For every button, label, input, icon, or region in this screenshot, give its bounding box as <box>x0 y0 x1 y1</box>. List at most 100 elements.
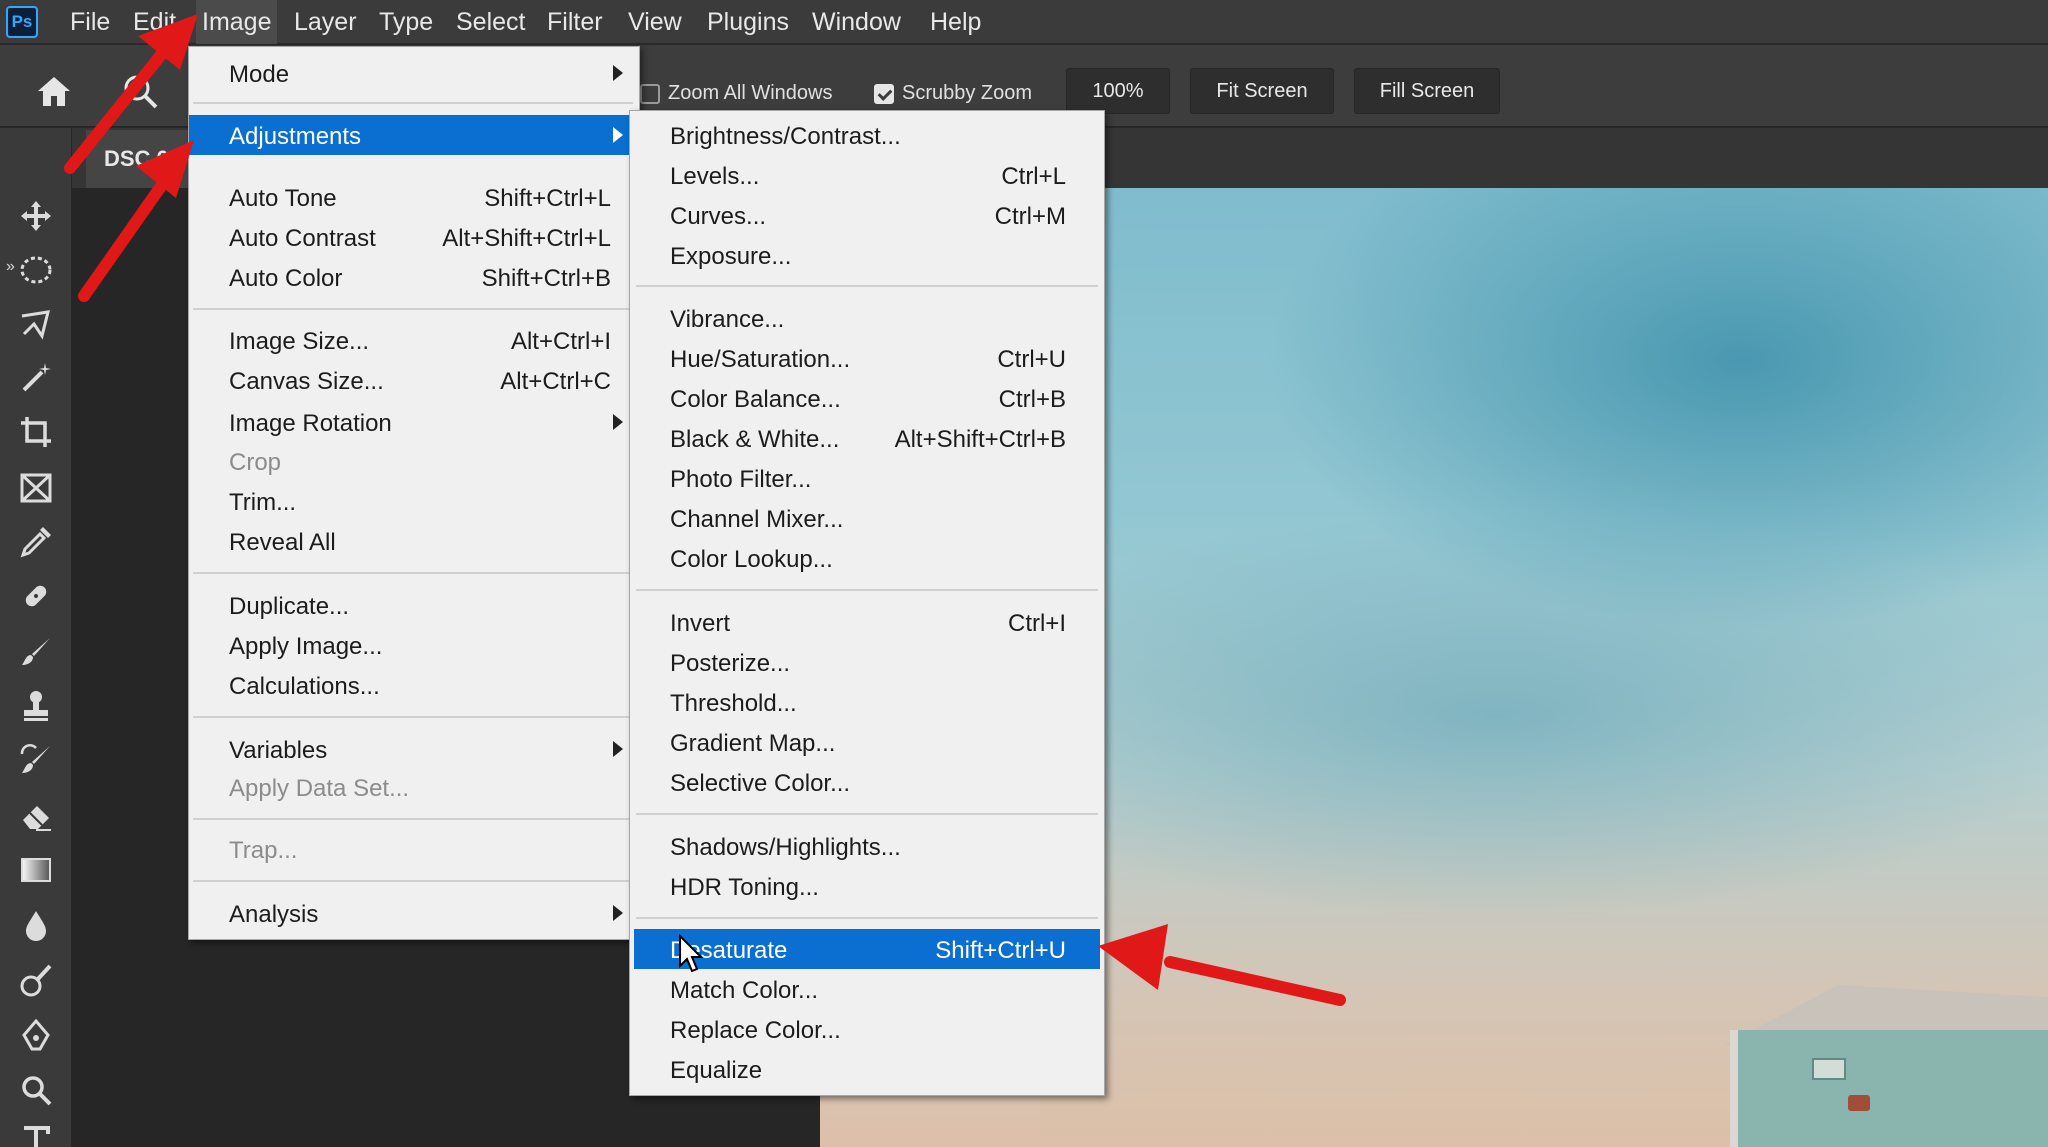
menu-item-reveal-all[interactable]: Reveal All <box>189 521 639 561</box>
menu-item-vibrance[interactable]: Vibrance... <box>630 298 1104 338</box>
menu-item-equalize[interactable]: Equalize <box>630 1049 1104 1089</box>
menu-item-variables[interactable]: Variables <box>189 729 639 769</box>
menu-separator <box>636 589 1098 591</box>
menu-item-label: Equalize <box>670 1057 763 1084</box>
menu-type[interactable]: Type <box>377 0 435 44</box>
zoom-tool-icon[interactable] <box>120 71 164 116</box>
eraser-tool-icon[interactable] <box>14 796 58 836</box>
menu-item-label: Canvas Size... <box>229 368 384 395</box>
menu-image[interactable]: Image <box>196 0 278 44</box>
frame-tool-icon[interactable] <box>14 468 58 508</box>
zoom-all-windows-checkbox[interactable]: Zoom All Windows <box>640 82 833 105</box>
scrubby-zoom-label: Scrubby Zoom <box>902 82 1033 104</box>
eyedropper-tool-icon[interactable] <box>14 522 58 562</box>
history-brush-tool-icon[interactable] <box>14 740 58 780</box>
menu-item-label: Trim... <box>229 489 297 516</box>
menu-item-photo-filter[interactable]: Photo Filter... <box>630 458 1104 498</box>
menu-file[interactable]: File <box>68 0 112 44</box>
menu-item-invert[interactable]: Invert Ctrl+I <box>630 602 1104 642</box>
lasso-tool-icon[interactable] <box>14 304 58 344</box>
menu-item-hue-saturation[interactable]: Hue/Saturation... Ctrl+U <box>630 338 1104 378</box>
menu-item-levels[interactable]: Levels... Ctrl+L <box>630 155 1104 195</box>
menu-item-exposure[interactable]: Exposure... <box>630 235 1104 275</box>
fill-screen-button[interactable]: Fill Screen <box>1354 68 1500 114</box>
menu-item-label: Color Balance... <box>670 386 841 413</box>
menu-item-channel-mixer[interactable]: Channel Mixer... <box>630 498 1104 538</box>
menu-item-threshold[interactable]: Threshold... <box>630 682 1104 722</box>
menu-item-auto-tone[interactable]: Auto Tone Shift+Ctrl+L <box>189 177 639 217</box>
menu-help[interactable]: Help <box>928 0 983 44</box>
menu-item-apply-image[interactable]: Apply Image... <box>189 625 639 665</box>
menu-item-label: Color Lookup... <box>670 546 833 573</box>
menu-item-label: Gradient Map... <box>670 730 836 757</box>
menu-item-hdr-toning[interactable]: HDR Toning... <box>630 866 1104 906</box>
menu-item-black-white[interactable]: Black & White... Alt+Shift+Ctrl+B <box>630 418 1104 458</box>
crop-tool-icon[interactable] <box>14 412 58 452</box>
menu-item-label: Levels... <box>670 163 760 190</box>
clone-stamp-tool-icon[interactable] <box>14 686 58 726</box>
menu-filter[interactable]: Filter <box>545 0 605 44</box>
photoshop-logo-icon: Ps <box>6 6 38 38</box>
blur-tool-icon[interactable] <box>14 906 58 946</box>
menu-item-posterize[interactable]: Posterize... <box>630 642 1104 682</box>
move-tool-icon[interactable] <box>14 196 58 236</box>
menu-edit[interactable]: Edit <box>131 0 178 44</box>
ellipse-marquee-tool-icon[interactable] <box>14 250 58 290</box>
menu-separator <box>193 308 633 310</box>
menu-plugins[interactable]: Plugins <box>705 0 791 44</box>
menu-item-canvas-size[interactable]: Canvas Size... Alt+Ctrl+C <box>189 360 639 400</box>
brush-tool-icon[interactable] <box>14 632 58 672</box>
menu-item-label: Black & White... <box>670 426 840 453</box>
menu-item-label: Image Size... <box>229 328 370 355</box>
healing-brush-tool-icon[interactable] <box>14 576 58 616</box>
menu-layer[interactable]: Layer <box>292 0 359 44</box>
menu-select[interactable]: Select <box>454 0 527 44</box>
menu-window[interactable]: Window <box>810 0 903 44</box>
menu-item-label: Reveal All <box>229 529 336 556</box>
menu-item-trap: Trap... <box>189 829 639 869</box>
menu-item-label: Invert <box>670 610 731 637</box>
menu-item-calculations[interactable]: Calculations... <box>189 665 639 705</box>
home-icon[interactable] <box>34 73 74 114</box>
menu-item-color-balance[interactable]: Color Balance... Ctrl+B <box>630 378 1104 418</box>
menu-item-label: Auto Contrast <box>229 225 376 252</box>
menu-item-selective-color[interactable]: Selective Color... <box>630 762 1104 802</box>
menu-item-duplicate[interactable]: Duplicate... <box>189 585 639 625</box>
menu-item-curves[interactable]: Curves... Ctrl+M <box>630 195 1104 235</box>
checkbox-checked-icon <box>874 83 894 104</box>
search-tool-icon[interactable] <box>14 1070 58 1110</box>
magic-wand-tool-icon[interactable] <box>14 358 58 398</box>
beach-hut-lamp <box>1848 1095 1870 1111</box>
menu-item-mode[interactable]: Mode <box>189 53 639 93</box>
menu-item-replace-color[interactable]: Replace Color... <box>630 1009 1104 1049</box>
gradient-tool-icon[interactable] <box>14 850 58 890</box>
menu-item-auto-contrast[interactable]: Auto Contrast Alt+Shift+Ctrl+L <box>189 217 639 257</box>
menu-item-shadows-highlights[interactable]: Shadows/Highlights... <box>630 826 1104 866</box>
menu-item-label: Curves... <box>670 203 767 230</box>
menu-item-image-rotation[interactable]: Image Rotation <box>189 402 639 442</box>
menu-item-color-lookup[interactable]: Color Lookup... <box>630 538 1104 578</box>
menu-item-adjustments[interactable]: Adjustments <box>189 115 639 155</box>
image-menu: Mode Adjustments Auto Tone Shift+Ctrl+L … <box>188 46 640 940</box>
menu-item-label: Hue/Saturation... <box>670 346 851 373</box>
submenu-arrow-icon <box>613 905 623 921</box>
menu-item-brightness-contrast[interactable]: Brightness/Contrast... <box>630 115 1104 155</box>
menu-item-shortcut: Ctrl+I <box>1007 610 1066 637</box>
fit-screen-button[interactable]: Fit Screen <box>1190 68 1334 114</box>
type-tool-icon[interactable] <box>14 1120 58 1147</box>
menu-item-analysis[interactable]: Analysis <box>189 893 639 933</box>
menu-item-gradient-map[interactable]: Gradient Map... <box>630 722 1104 762</box>
menu-item-label: Photo Filter... <box>670 466 812 493</box>
dodge-tool-icon[interactable] <box>14 960 58 1000</box>
submenu-arrow-icon <box>613 127 623 143</box>
menu-item-image-size[interactable]: Image Size... Alt+Ctrl+I <box>189 320 639 360</box>
scrubby-zoom-checkbox[interactable]: Scrubby Zoom <box>874 82 1032 105</box>
zoom-percent-field[interactable]: 100% <box>1066 68 1170 114</box>
menu-separator <box>636 285 1098 287</box>
menu-view[interactable]: View <box>626 0 684 44</box>
menu-item-crop: Crop <box>189 441 639 481</box>
menu-item-label: Channel Mixer... <box>670 506 844 533</box>
menu-item-trim[interactable]: Trim... <box>189 481 639 521</box>
menu-item-auto-color[interactable]: Auto Color Shift+Ctrl+B <box>189 257 639 297</box>
pen-tool-icon[interactable] <box>14 1016 58 1056</box>
